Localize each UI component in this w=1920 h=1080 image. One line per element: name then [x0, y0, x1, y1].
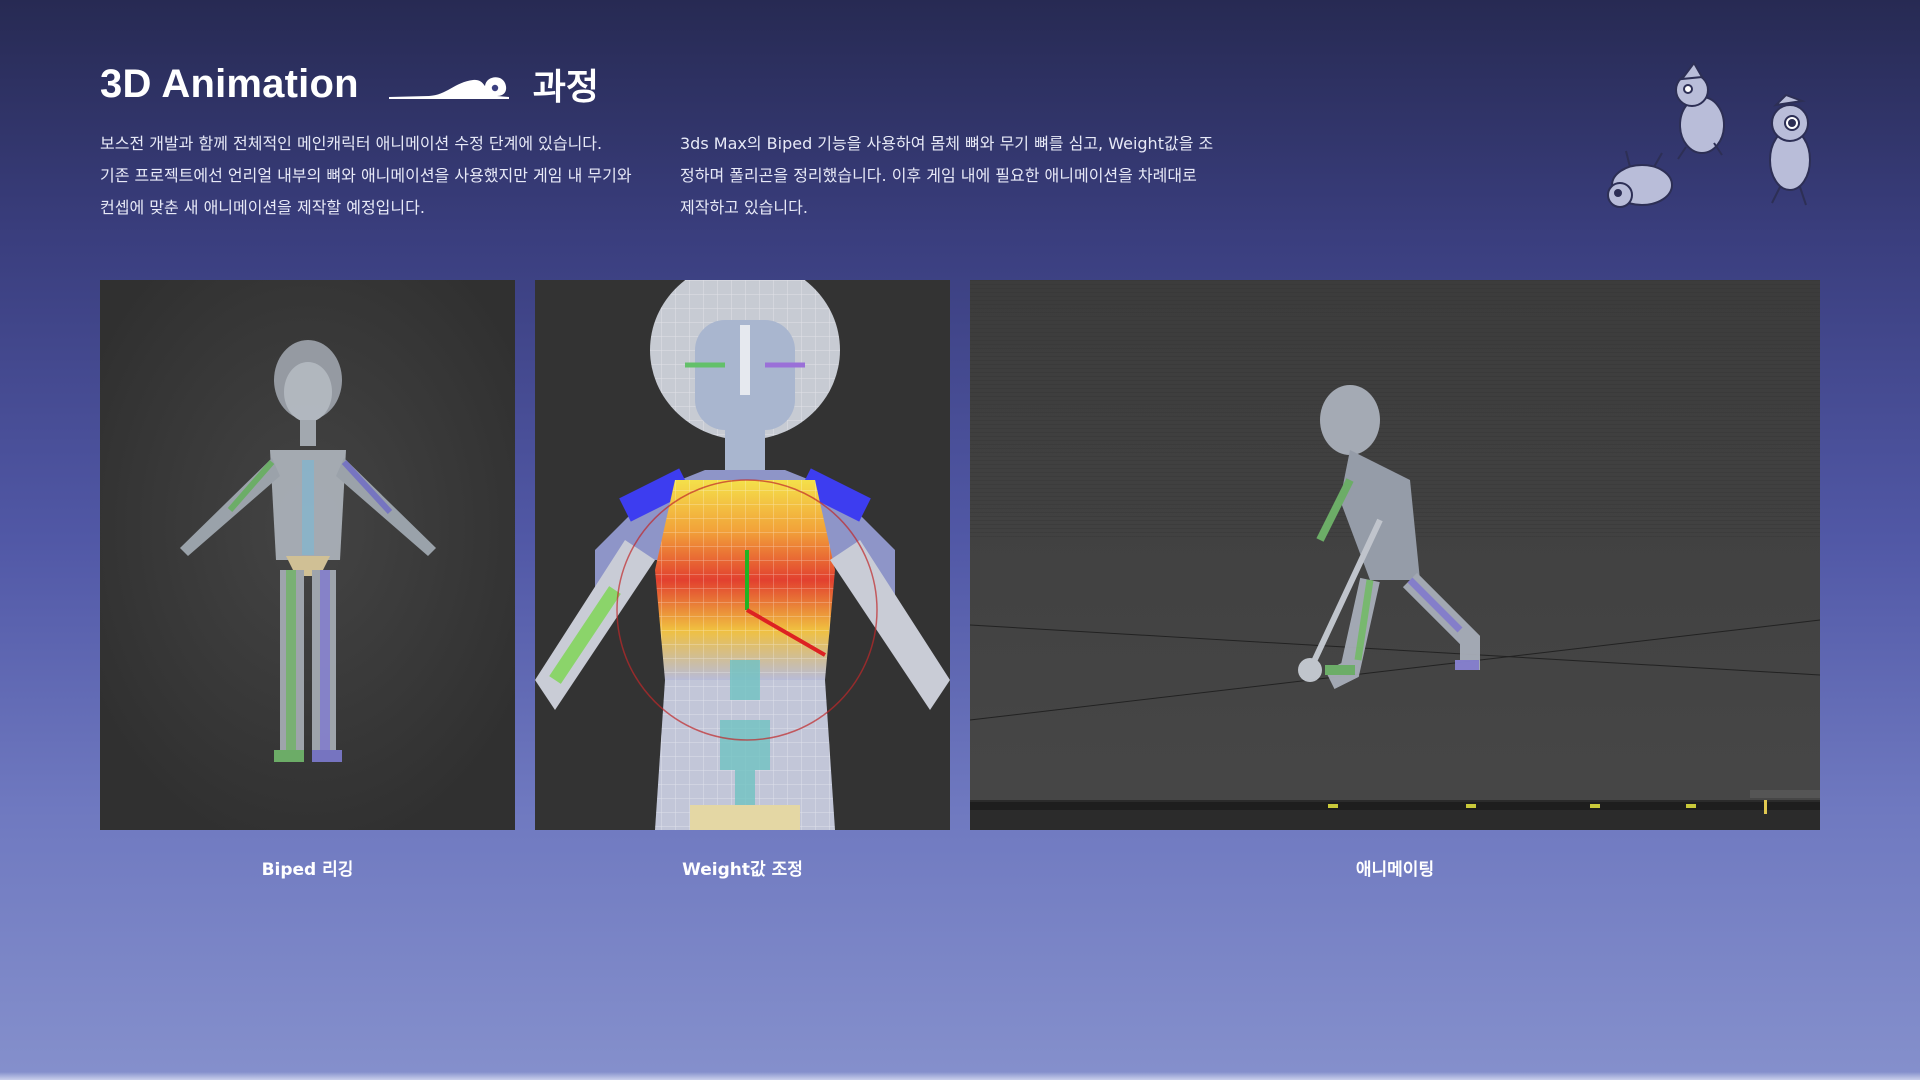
page-title: 3D Animation 과정	[100, 58, 599, 110]
description-line: 보스전 개발과 함께 전체적인 메인캐릭터 애니메이션 수정 단계에 있습니다.	[100, 134, 603, 153]
title-english: 3D Animation	[100, 61, 359, 106]
mascot-illustration	[1607, 61, 1811, 208]
title-korean: 과정	[532, 67, 599, 108]
caption-animating: 애니메이팅	[1355, 860, 1435, 880]
biped-rigging-viewport	[100, 280, 515, 830]
caption-biped-rigging: Biped 리깅	[261, 860, 354, 880]
animating-viewport	[970, 280, 1820, 830]
description-right: 3ds Max의 Biped 기능을 사용하여 몸체 뼈와 무기 뼈를 심고, …	[680, 128, 1213, 224]
weight-heatmap-figure	[535, 280, 950, 830]
description-line: 정하며 폴리곤을 정리했습니다. 이후 게임 내에 필요한 애니메이션을 차례대…	[680, 166, 1197, 185]
biped-figure	[100, 280, 515, 830]
description-left: 보스전 개발과 함께 전체적인 메인캐릭터 애니메이션 수정 단계에 있습니다.…	[100, 128, 632, 224]
bottom-glow	[0, 1072, 1920, 1080]
title-wave-icon	[388, 77, 509, 99]
weight-adjust-viewport	[535, 280, 950, 830]
description-line: 3ds Max의 Biped 기능을 사용하여 몸체 뼈와 무기 뼈를 심고, …	[680, 134, 1214, 153]
description-line: 기존 프로젝트에선 언리얼 내부의 뼈와 애니메이션을 사용했지만 게임 내 무…	[100, 166, 632, 185]
description-line: 제작하고 있습니다.	[680, 198, 808, 217]
description-line: 컨셉에 맞춘 새 애니메이션을 제작할 예정입니다.	[100, 198, 425, 217]
caption-weight-adjust: Weight값 조정	[682, 860, 803, 880]
animating-scene	[970, 280, 1820, 830]
